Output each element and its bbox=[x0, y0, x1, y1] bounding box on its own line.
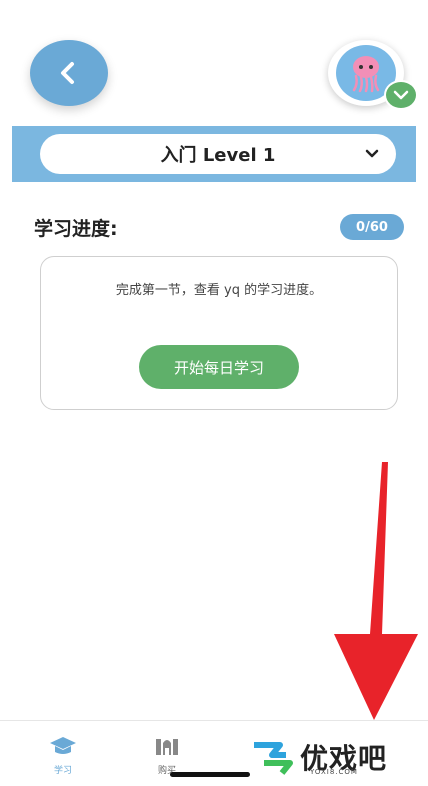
progress-card: 完成第一节，查看 yq 的学习进度。 开始每日学习 bbox=[40, 256, 398, 410]
logo-icon bbox=[254, 742, 293, 775]
watermark-logo: 优戏吧 YOXI8.COM bbox=[250, 732, 428, 782]
home-indicator bbox=[170, 772, 250, 777]
chevron-left-icon bbox=[61, 62, 74, 84]
progress-label: 学习进度: bbox=[34, 218, 118, 240]
level-label: 入门 Level 1 bbox=[160, 145, 276, 166]
level-dropdown[interactable]: 入门 Level 1 bbox=[40, 134, 396, 174]
start-daily-study-button[interactable]: 开始每日学习 bbox=[139, 345, 299, 389]
graduation-cap-icon bbox=[50, 737, 76, 754]
tab-buy[interactable]: 购买 bbox=[132, 735, 202, 776]
tab-label: 学习 bbox=[53, 766, 72, 776]
back-button[interactable] bbox=[30, 40, 108, 106]
red-arrow-icon bbox=[334, 462, 418, 720]
card-message: 完成第一节，查看 yq 的学习进度。 bbox=[115, 283, 323, 298]
store-icon bbox=[156, 739, 178, 755]
watermark-url: YOXI8.COM bbox=[310, 768, 358, 776]
check-badge-icon bbox=[384, 80, 418, 110]
chevron-down-icon bbox=[365, 149, 379, 158]
progress-badge: 0/60 bbox=[340, 214, 404, 240]
tab-study[interactable]: 学习 bbox=[28, 735, 98, 776]
